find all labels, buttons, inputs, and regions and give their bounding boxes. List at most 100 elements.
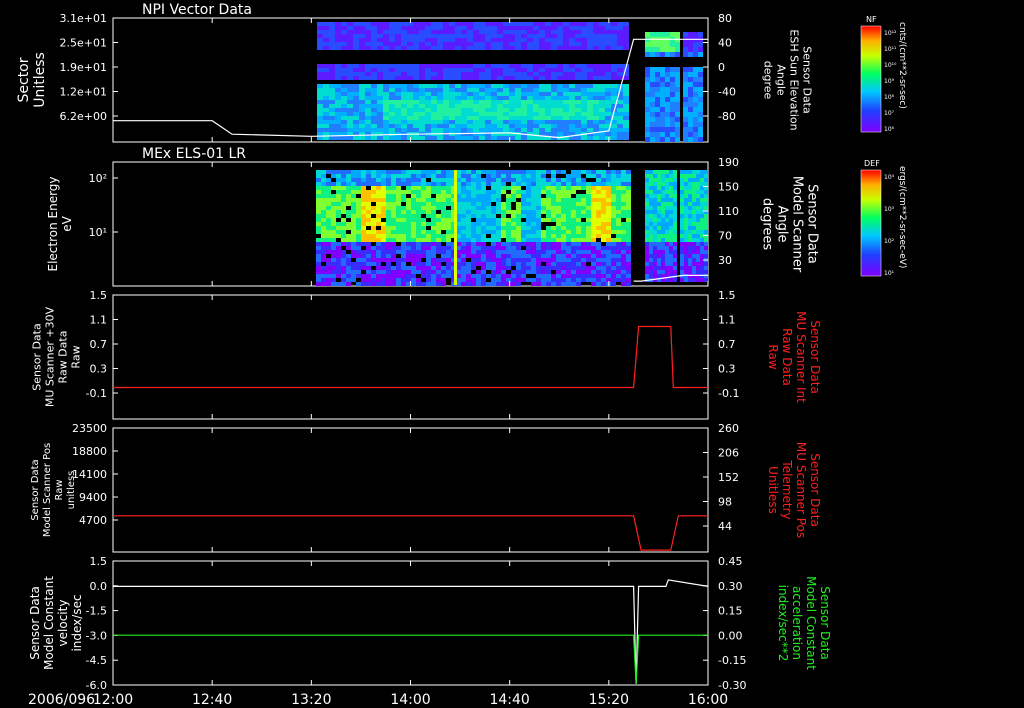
els-cell xyxy=(606,214,611,218)
npi-cell xyxy=(521,30,527,34)
els-cell xyxy=(700,206,704,210)
left-tick-label: 23500 xyxy=(72,422,107,435)
npi-cell xyxy=(335,22,341,26)
npi-cell xyxy=(461,124,467,128)
els-cell xyxy=(496,226,501,230)
els-cell xyxy=(421,262,426,266)
npi-cell xyxy=(359,84,365,88)
els-cell xyxy=(401,194,406,198)
npi-cell xyxy=(599,30,605,34)
npi-cell xyxy=(650,47,655,52)
npi-cell xyxy=(605,84,611,88)
els-cell xyxy=(531,206,536,210)
els-cell xyxy=(346,242,351,246)
els-cell xyxy=(346,278,351,282)
npi-cell xyxy=(563,72,569,76)
els-cell xyxy=(606,198,611,202)
els-cell xyxy=(692,214,696,218)
els-cell xyxy=(665,230,669,234)
els-cell xyxy=(321,170,326,174)
els-cell xyxy=(684,198,688,202)
npi-cell xyxy=(425,68,431,72)
els-cell xyxy=(516,270,521,274)
els-cell xyxy=(546,254,551,258)
els-cell xyxy=(591,190,596,194)
els-cell xyxy=(436,270,441,274)
els-cell xyxy=(586,258,591,262)
npi-cell xyxy=(437,92,443,96)
npi-cell xyxy=(503,34,509,38)
els-cell xyxy=(536,206,541,210)
els-cell xyxy=(426,170,431,174)
els-cell xyxy=(576,218,581,222)
npi-cell xyxy=(413,104,419,108)
panel-4-ylabel: unitless xyxy=(66,471,77,510)
els-cell xyxy=(653,194,657,198)
npi-cell xyxy=(347,104,353,108)
npi-cell xyxy=(353,72,359,76)
els-cell xyxy=(696,218,700,222)
els-cell xyxy=(321,178,326,182)
npi-cell xyxy=(455,22,461,26)
els-cell xyxy=(356,202,361,206)
npi-cell xyxy=(645,92,650,97)
els-cell xyxy=(366,178,371,182)
npi-cell xyxy=(581,136,587,140)
els-cell xyxy=(645,274,649,278)
npi-cell xyxy=(557,76,563,80)
els-cell xyxy=(684,206,688,210)
els-cell xyxy=(521,198,526,202)
els-cell xyxy=(331,234,336,238)
els-cell xyxy=(331,270,336,274)
els-cell xyxy=(411,170,416,174)
els-cell xyxy=(366,246,371,250)
npi-cell xyxy=(581,88,587,92)
npi-cell xyxy=(675,47,680,52)
panel-2-right-ylabel: degrees xyxy=(760,198,775,251)
els-cell xyxy=(611,210,616,214)
npi-cell xyxy=(341,124,347,128)
els-cell xyxy=(381,278,386,282)
npi-cell xyxy=(341,26,347,30)
x-tick-label: 16:00 xyxy=(688,692,728,708)
npi-cell xyxy=(353,42,359,46)
npi-cell xyxy=(461,46,467,50)
els-cell xyxy=(391,202,396,206)
npi-cell xyxy=(557,116,563,120)
els-cell xyxy=(386,194,391,198)
els-cell xyxy=(581,266,586,270)
npi-cell xyxy=(611,64,617,68)
npi-cell xyxy=(335,128,341,132)
npi-cell xyxy=(329,100,335,104)
npi-cell xyxy=(515,104,521,108)
npi-cell xyxy=(645,82,650,87)
npi-cell xyxy=(655,132,660,137)
npi-cell xyxy=(551,124,557,128)
els-cell xyxy=(466,266,471,270)
npi-cell xyxy=(539,96,545,100)
els-cell xyxy=(649,226,653,230)
els-cell xyxy=(684,246,688,250)
els-cell xyxy=(586,246,591,250)
els-cell xyxy=(321,222,326,226)
els-cell xyxy=(511,218,516,222)
els-cell xyxy=(616,242,621,246)
npi-cell xyxy=(660,47,665,52)
npi-cell xyxy=(593,26,599,30)
npi-cell xyxy=(371,84,377,88)
els-cell xyxy=(486,230,491,234)
npi-cell xyxy=(323,46,329,50)
els-cell xyxy=(376,206,381,210)
els-cell xyxy=(401,254,406,258)
els-cell xyxy=(561,258,566,262)
els-cell xyxy=(581,258,586,262)
npi-cell xyxy=(341,76,347,80)
els-cell xyxy=(356,246,361,250)
npi-cell xyxy=(581,120,587,124)
npi-cell xyxy=(551,108,557,112)
els-cell xyxy=(657,206,661,210)
els-cell xyxy=(571,270,576,274)
els-cell xyxy=(526,174,531,178)
panel-4-right-ylabel: Telemetry xyxy=(780,459,794,519)
els-cell xyxy=(601,190,606,194)
